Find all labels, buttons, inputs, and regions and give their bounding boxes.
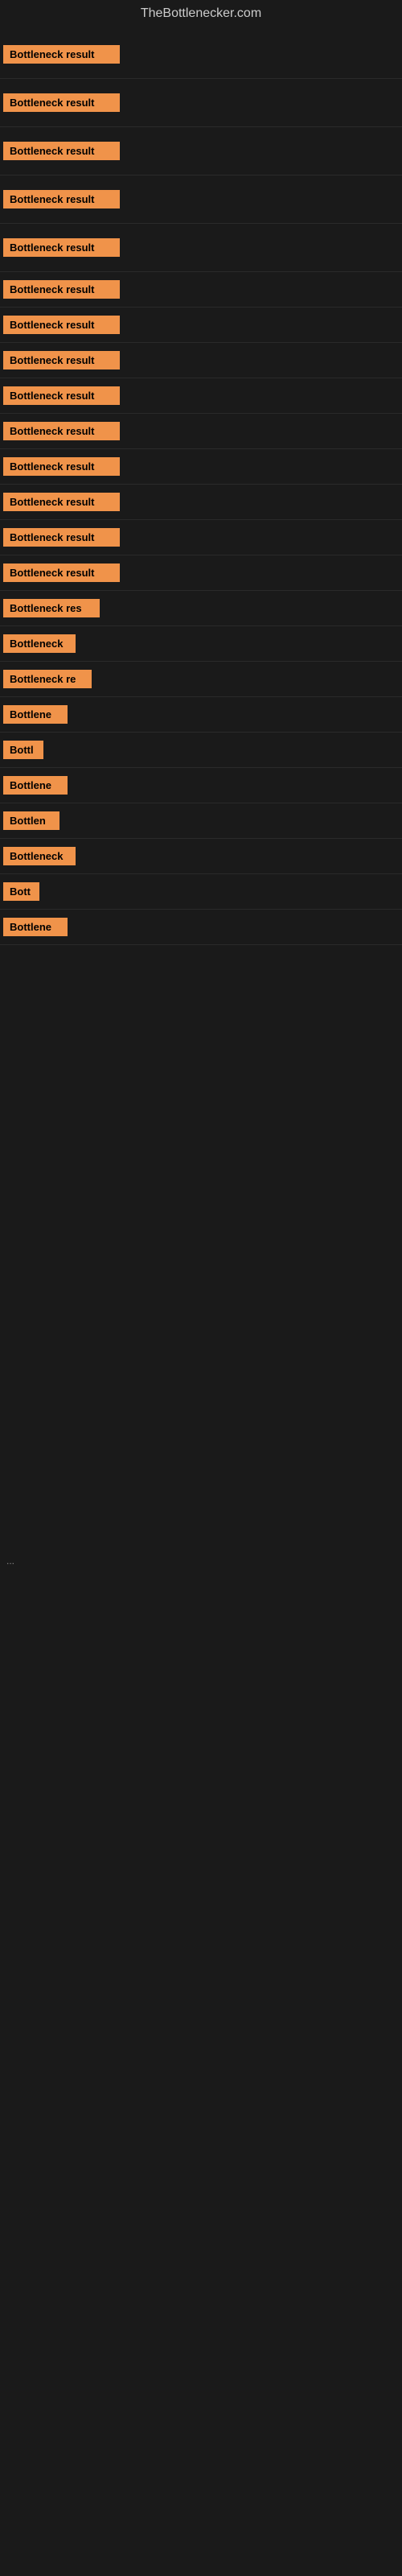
bottleneck-badge: Bottleneck result: [3, 316, 120, 334]
list-item[interactable]: Bottleneck result: [0, 127, 402, 175]
bottleneck-badge: Bottleneck result: [3, 190, 120, 208]
list-item[interactable]: Bottleneck result: [0, 485, 402, 520]
list-item[interactable]: Bottl: [0, 733, 402, 768]
list-item[interactable]: Bottlen: [0, 803, 402, 839]
list-item[interactable]: Bottleneck result: [0, 175, 402, 224]
list-item[interactable]: Bottleneck result: [0, 79, 402, 127]
bottleneck-badge: Bottleneck: [3, 847, 76, 865]
site-header: TheBottlenecker.com: [0, 0, 402, 31]
list-item[interactable]: Bottleneck result: [0, 31, 402, 79]
bottleneck-badge: Bottlen: [3, 811, 59, 830]
bottleneck-badge: Bottleneck result: [3, 142, 120, 160]
list-item[interactable]: Bottleneck res: [0, 591, 402, 626]
bottleneck-badge: Bottlene: [3, 776, 68, 795]
list-item[interactable]: Bottleneck result: [0, 343, 402, 378]
bottleneck-badge: Bottleneck result: [3, 238, 120, 257]
dots-indicator: ...: [3, 1549, 399, 1573]
bottleneck-badge: Bottlene: [3, 918, 68, 936]
bottleneck-badge: Bottleneck result: [3, 564, 120, 582]
list-item[interactable]: Bottleneck result: [0, 224, 402, 272]
bottleneck-list: Bottleneck result Bottleneck result Bottle…: [0, 31, 402, 945]
list-item[interactable]: Bottleneck re: [0, 662, 402, 697]
list-item[interactable]: Bott: [0, 874, 402, 910]
list-item[interactable]: Bottleneck result: [0, 414, 402, 449]
list-item[interactable]: Bottleneck: [0, 839, 402, 874]
list-item[interactable]: Bottlene: [0, 910, 402, 945]
bottleneck-badge: Bottleneck result: [3, 93, 120, 112]
bottleneck-badge: Bottleneck result: [3, 45, 120, 64]
list-item[interactable]: Bottlene: [0, 697, 402, 733]
list-item[interactable]: Bottleneck result: [0, 449, 402, 485]
bottleneck-badge: Bottleneck re: [3, 670, 92, 688]
bottleneck-badge: Bott: [3, 882, 39, 901]
list-item[interactable]: Bottleneck result: [0, 308, 402, 343]
list-item[interactable]: Bottleneck result: [0, 272, 402, 308]
list-item[interactable]: Bottleneck result: [0, 520, 402, 555]
bottleneck-badge: Bottleneck result: [3, 493, 120, 511]
bottleneck-badge: Bottleneck result: [3, 386, 120, 405]
bottleneck-badge: Bottleneck: [3, 634, 76, 653]
bottleneck-badge: Bottleneck result: [3, 351, 120, 369]
bottleneck-badge: Bottleneck result: [3, 457, 120, 476]
bottleneck-badge: Bottleneck result: [3, 280, 120, 299]
list-item[interactable]: Bottleneck: [0, 626, 402, 662]
bottleneck-badge: Bottleneck result: [3, 528, 120, 547]
list-item[interactable]: Bottleneck result: [0, 378, 402, 414]
list-item[interactable]: Bottlene: [0, 768, 402, 803]
bottleneck-badge: Bottleneck res: [3, 599, 100, 617]
bottleneck-badge: Bottlene: [3, 705, 68, 724]
bottleneck-badge: Bottleneck result: [3, 422, 120, 440]
site-title: TheBottlenecker.com: [0, 0, 402, 31]
bottleneck-badge: Bottl: [3, 741, 43, 759]
list-item[interactable]: Bottleneck result: [0, 555, 402, 591]
